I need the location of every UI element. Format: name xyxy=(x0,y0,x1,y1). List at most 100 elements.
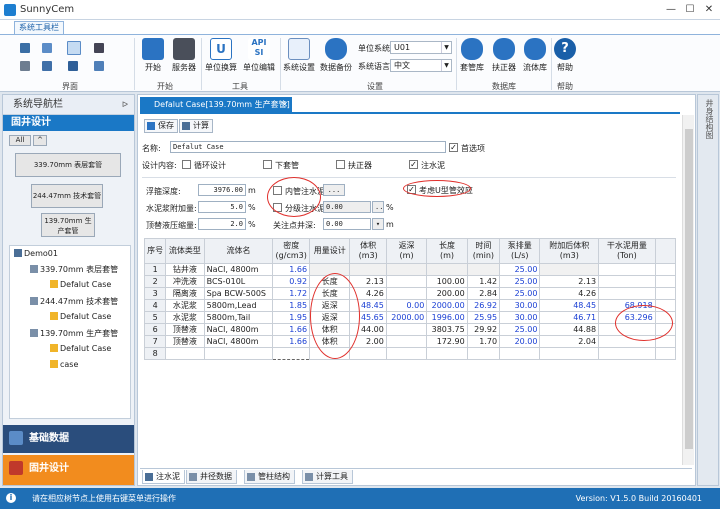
tree-node-casing[interactable]: 139.70mm 生产套管 xyxy=(30,328,118,339)
unit-system-select[interactable]: U01 ▼ xyxy=(390,41,452,54)
filter-all-button[interactable]: All xyxy=(9,135,31,146)
pump-rate-cell[interactable]: 20.00 xyxy=(499,335,541,348)
tree-node-case[interactable]: Defalut Case xyxy=(50,344,111,353)
density-cell[interactable]: 1.66 xyxy=(272,263,311,276)
tree-node-well[interactable]: Demo01 xyxy=(14,249,58,258)
length-cell[interactable]: 2000.00 xyxy=(426,299,468,312)
density-cell[interactable] xyxy=(272,347,311,360)
return-depth-cell[interactable] xyxy=(385,287,428,300)
unit-convert-button[interactable]: U 单位换算 xyxy=(205,38,237,73)
first-choice-checkbox[interactable] xyxy=(449,143,458,152)
pin-icon[interactable]: ᐅ xyxy=(122,95,128,115)
cementing-checkbox[interactable] xyxy=(409,160,418,169)
dry-cement-cell[interactable] xyxy=(598,263,656,276)
tree-node-case[interactable]: Defalut Case xyxy=(50,280,111,289)
density-cell[interactable]: 1.66 xyxy=(272,323,311,336)
fluid-type-cell[interactable]: 顶替液 xyxy=(165,335,205,348)
tree-node-case[interactable]: case xyxy=(50,360,78,369)
table-row[interactable]: 4 水泥浆 5800m,Lead 1.85 返深 48.45 0.00 2000.00 26.9… xyxy=(143,299,677,312)
scrollbar-thumb[interactable] xyxy=(685,129,693,449)
calculate-button[interactable]: 计算 xyxy=(179,119,213,133)
maximize-button[interactable]: ☐ xyxy=(681,3,699,17)
layout-icon-8[interactable] xyxy=(94,61,104,71)
fluid-type-cell[interactable] xyxy=(165,347,205,360)
table-row[interactable]: 6 顶替液 NaCl, 4800m 1.66 体积 44.00 3803.75 29.92 25… xyxy=(143,323,677,336)
layout-icon-4[interactable] xyxy=(94,43,104,53)
pump-rate-cell[interactable]: 25.00 xyxy=(499,323,541,336)
pump-rate-cell[interactable]: 30.00 xyxy=(499,299,541,312)
pump-rate-cell[interactable]: 25.00 xyxy=(499,287,541,300)
tree-node-casing[interactable]: 244.47mm 技术套管 xyxy=(30,296,118,307)
usage-design-cell[interactable]: 返深 xyxy=(309,299,351,312)
volume-cell[interactable] xyxy=(349,263,387,276)
time-cell[interactable]: 2.84 xyxy=(466,287,501,300)
u-tube-effect-checkbox[interactable] xyxy=(407,185,416,194)
time-cell[interactable]: 1.42 xyxy=(466,275,501,288)
tree-node-casing[interactable]: 339.70mm 表层套管 xyxy=(30,264,118,275)
run-casing-checkbox[interactable] xyxy=(263,160,272,169)
fluid-name-cell[interactable]: 5800m,Tail xyxy=(203,311,274,324)
tree-node-case[interactable]: Defalut Case xyxy=(50,312,111,321)
fluid-library-button[interactable]: 流体库 xyxy=(521,38,549,73)
sidebar-basic-data[interactable]: 基础数据 xyxy=(3,425,134,453)
density-cell[interactable]: 0.92 xyxy=(272,275,311,288)
length-cell[interactable]: 172.90 xyxy=(426,335,468,348)
fluid-name-cell[interactable]: 5800m,Lead xyxy=(203,299,274,312)
added-volume-cell[interactable]: 4.26 xyxy=(539,287,600,300)
added-volume-cell[interactable] xyxy=(539,347,600,360)
save-button[interactable]: 保存 xyxy=(144,119,178,133)
casing-button-surface[interactable]: 339.70mm 表层套管 xyxy=(15,153,121,177)
collapse-up-button[interactable]: ^ xyxy=(33,135,47,146)
key-depth-input[interactable]: 0.00 xyxy=(323,218,371,230)
time-cell[interactable]: 1.70 xyxy=(466,335,501,348)
dry-cement-cell[interactable] xyxy=(598,335,656,348)
fluid-name-cell[interactable]: NaCl, 4800m xyxy=(203,335,274,348)
time-cell[interactable] xyxy=(466,347,501,360)
density-cell[interactable]: 1.85 xyxy=(272,299,311,312)
return-depth-cell[interactable]: 2000.00 xyxy=(385,311,428,324)
usage-design-cell[interactable]: 返深 xyxy=(309,311,351,324)
return-depth-cell[interactable] xyxy=(385,335,428,348)
usage-design-cell[interactable]: 体积 xyxy=(309,335,351,348)
centralizer-library-button[interactable]: 扶正器 xyxy=(490,38,518,73)
layout-icon-6[interactable] xyxy=(42,61,52,71)
density-cell[interactable]: 1.72 xyxy=(272,287,311,300)
casing-button-intermediate[interactable]: 244.47mm 技术套管 xyxy=(31,184,103,208)
system-settings-button[interactable]: 系统设置 xyxy=(283,38,315,73)
minimize-button[interactable]: — xyxy=(662,3,680,17)
time-cell[interactable]: 26.92 xyxy=(466,299,501,312)
usage-design-cell[interactable]: 体积 xyxy=(309,323,351,336)
layout-icon-1[interactable] xyxy=(20,43,30,53)
document-tab[interactable]: Defalut Case[139.70mm 生产套管] ✕ xyxy=(140,97,292,112)
start-button[interactable]: 开始 xyxy=(141,38,165,73)
data-backup-button[interactable]: 数据备份 xyxy=(319,38,353,73)
dry-cement-cell[interactable] xyxy=(598,275,656,288)
centralizer-checkbox[interactable] xyxy=(336,160,345,169)
dry-cement-cell[interactable] xyxy=(598,287,656,300)
layout-icon-7[interactable] xyxy=(68,61,78,71)
stage-cement-checkbox[interactable] xyxy=(273,203,282,212)
layout-icon-2[interactable] xyxy=(42,43,52,53)
fluid-type-cell[interactable]: 冲洗液 xyxy=(165,275,205,288)
length-cell[interactable]: 200.00 xyxy=(426,287,468,300)
help-button[interactable]: ? 帮助 xyxy=(554,38,576,73)
length-cell[interactable] xyxy=(426,263,468,276)
layout-icon-3[interactable] xyxy=(67,41,81,55)
usage-design-cell[interactable]: 长度 xyxy=(309,275,351,288)
right-side-panel[interactable]: 井身结构图 xyxy=(697,94,719,486)
fluid-type-cell[interactable]: 钻井液 xyxy=(165,263,205,276)
length-cell[interactable] xyxy=(426,347,468,360)
return-depth-cell[interactable] xyxy=(385,347,428,360)
table-row[interactable]: 7 顶替液 NaCl, 4800m 1.66 体积 2.00 172.90 1.70 20.00… xyxy=(143,335,677,348)
length-cell[interactable]: 1996.00 xyxy=(426,311,468,324)
fluid-name-cell[interactable] xyxy=(203,347,274,360)
vertical-scrollbar[interactable] xyxy=(682,115,694,465)
layout-icon-5[interactable] xyxy=(20,61,30,71)
circulation-design-checkbox[interactable] xyxy=(182,160,191,169)
table-row[interactable]: 5 水泥浆 5800m,Tail 1.95 返深 45.65 2000.00 1996.00 2… xyxy=(143,311,677,324)
table-row[interactable]: 1 钻井液 NaCl, 4800m 1.66 25.00 xyxy=(143,263,677,276)
volume-cell[interactable]: 45.65 xyxy=(349,311,387,324)
density-cell[interactable]: 1.95 xyxy=(272,311,311,324)
close-tab-icon[interactable]: ✕ xyxy=(281,97,288,112)
return-depth-cell[interactable]: 0.00 xyxy=(385,299,428,312)
